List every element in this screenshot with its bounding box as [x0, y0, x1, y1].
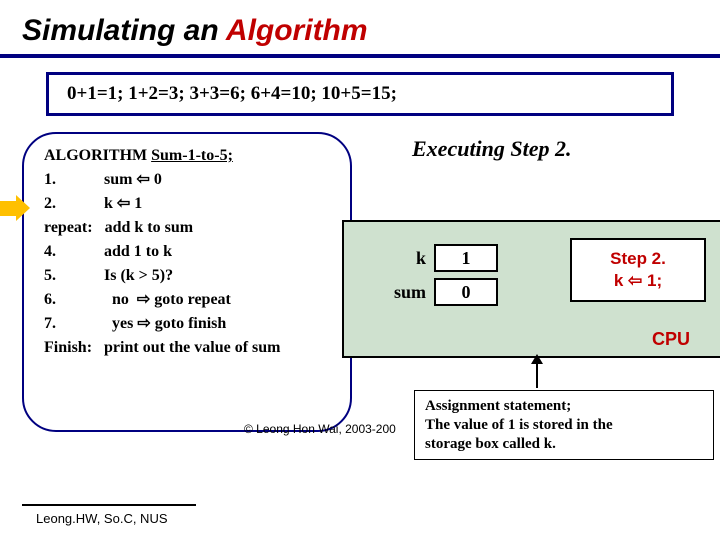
- executing-label: Executing Step 2.: [412, 136, 572, 162]
- variable-table: k 1 sum 0: [378, 244, 498, 312]
- footer-divider: [22, 504, 196, 506]
- cpu-box: k 1 sum 0 Step 2. k ⇦ 1; CPU: [342, 220, 720, 358]
- title-pre: Simulating an: [22, 14, 226, 47]
- footer-text: Leong.HW, So.C, NUS: [36, 511, 168, 526]
- trace-box: 0+1=1; 1+2=3; 3+3=6; 6+4=10; 10+5=15;: [46, 72, 674, 116]
- slide-title: Simulating an Algorithm: [22, 14, 698, 48]
- cpu-label: CPU: [652, 329, 690, 350]
- algo-line-repeat: repeat: add k to sum: [44, 216, 336, 240]
- assign-line-1: Assignment statement;: [425, 397, 703, 416]
- step-box-line1: Step 2.: [572, 248, 704, 270]
- var-label-sum: sum: [378, 282, 426, 303]
- assign-line-3: storage box called k.: [425, 435, 703, 454]
- var-value-k: 1: [434, 244, 498, 272]
- current-step-arrow-icon: [0, 198, 30, 218]
- assignment-explainer: Assignment statement; The value of 1 is …: [414, 390, 714, 460]
- algorithm-box: ALGORITHM Sum-1-to-5; 1. sum ⇦ 0 2. k ⇦ …: [22, 132, 352, 432]
- step-box: Step 2. k ⇦ 1;: [570, 238, 706, 302]
- content-area: ALGORITHM Sum-1-to-5; 1. sum ⇦ 0 2. k ⇦ …: [22, 132, 698, 472]
- algo-line-finish: Finish: print out the value of sum: [44, 336, 336, 360]
- arrow-up-icon: [536, 362, 538, 388]
- title-red: Algorithm: [226, 14, 368, 47]
- algo-line-6: 6. no ⇨ goto repeat: [44, 288, 336, 312]
- assign-line-2: The value of 1 is stored in the: [425, 416, 703, 435]
- var-value-sum: 0: [434, 278, 498, 306]
- algo-line-5: 5. Is (k > 5)?: [44, 264, 336, 288]
- copyright-text: © Leong Hon Wai, 2003-200: [244, 422, 396, 436]
- algo-line-2: 2. k ⇦ 1: [44, 192, 336, 216]
- algo-line-1: 1. sum ⇦ 0: [44, 168, 336, 192]
- var-row-k: k 1: [378, 244, 498, 272]
- step-box-line2: k ⇦ 1;: [572, 270, 704, 292]
- var-row-sum: sum 0: [378, 278, 498, 306]
- title-underline: [0, 54, 720, 58]
- algo-header: ALGORITHM Sum-1-to-5;: [44, 144, 336, 168]
- algo-line-4: 4. add 1 to k: [44, 240, 336, 264]
- algo-line-7: 7. yes ⇨ goto finish: [44, 312, 336, 336]
- var-label-k: k: [378, 248, 426, 269]
